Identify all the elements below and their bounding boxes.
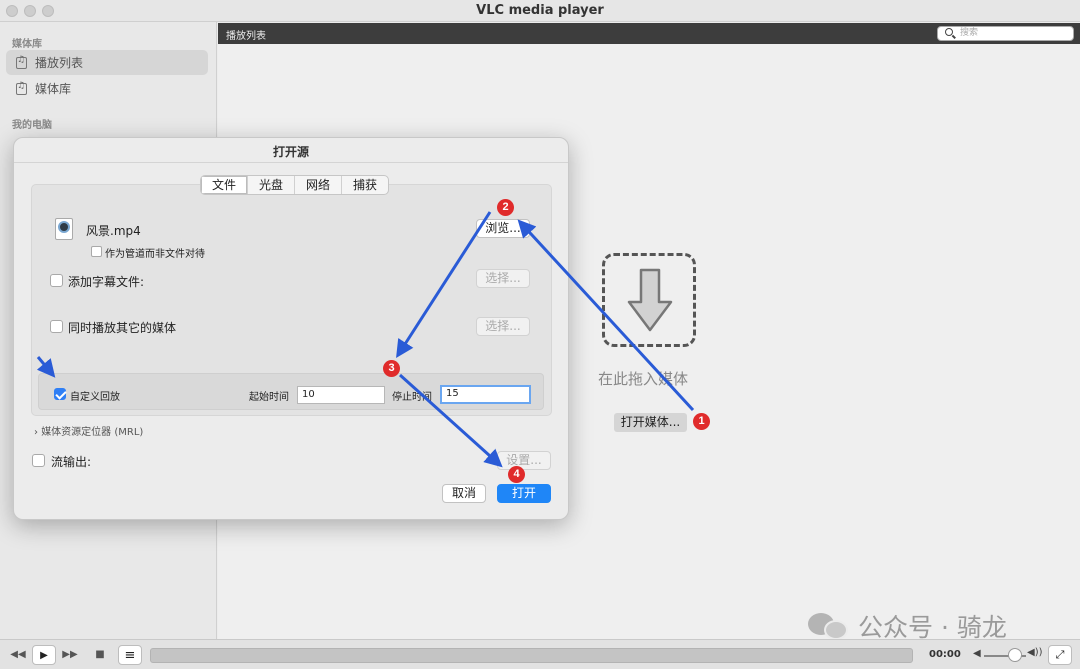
tab-network[interactable]: 网络 [295,176,343,194]
window-title: VLC media player [476,3,604,18]
wechat-icon [808,611,850,641]
settings-button[interactable]: 设置... [497,451,551,470]
custom-playback-checkbox[interactable] [54,388,66,400]
search-icon [945,28,953,36]
browse-button[interactable]: 浏览... [476,219,530,238]
stream-output-label: 流输出: [51,455,92,469]
open-source-dialog: 打开源 文件 光盘 网络 捕获 风景.mp4 作为管道而非文件对待 浏览... … [13,137,569,520]
time-display: 00:00 [929,649,961,660]
playlist-header: 播放列表 搜索 [218,23,1080,44]
sidebar-section-media: 媒体库 [12,39,42,50]
step-badge-1: 1 [693,413,710,430]
volume-high-icon: ◀)) [1027,647,1043,658]
fullscreen-icon[interactable]: ⤢ [1048,645,1072,665]
tab-file[interactable]: 文件 [201,176,249,194]
pipe-checkbox[interactable] [91,246,102,257]
sidebar-item-label: 媒体库 [35,82,72,96]
choose-media-button[interactable]: 选择... [476,317,530,336]
search-placeholder: 搜索 [960,28,979,38]
subtitle-label: 添加字幕文件: [68,275,145,289]
step-badge-3: 3 [383,360,400,377]
dialog-divider [14,162,568,163]
start-time-field[interactable]: 10 [297,386,385,404]
sidebar-item-library[interactable]: 媒体库 [6,76,208,101]
open-button[interactable]: 打开 [497,484,551,503]
tab-disc[interactable]: 光盘 [248,176,296,194]
open-media-button[interactable]: 打开媒体... [614,413,687,432]
play-other-checkbox[interactable] [50,320,63,333]
choose-subtitle-button[interactable]: 选择... [476,269,530,288]
pipe-label: 作为管道而非文件对待 [105,249,205,260]
sidebar-item-label: 播放列表 [35,56,84,70]
drop-zone[interactable] [602,253,696,347]
file-name: 风景.mp4 [86,224,141,238]
video-file-icon [55,218,73,240]
volume-knob[interactable] [1008,648,1022,662]
mrl-label: 媒体资源定位器 (MRL) [41,427,144,438]
stop-icon[interactable]: ■ [90,645,110,665]
search-input[interactable]: 搜索 [937,26,1074,41]
stream-output-checkbox[interactable] [32,454,45,467]
down-arrow-icon [627,268,673,332]
step-badge-4: 4 [508,466,525,483]
sidebar-item-playlist[interactable]: 播放列表 [6,50,208,75]
cancel-button[interactable]: 取消 [442,484,486,503]
progress-bar[interactable] [150,648,913,663]
step-badge-2: 2 [497,199,514,216]
custom-playback-label: 自定义回放 [70,392,120,403]
tab-bar: 文件 光盘 网络 捕获 [200,175,390,195]
music-note-icon [16,55,27,69]
volume-low-icon: ◀ [973,648,981,659]
playlist-title: 播放列表 [226,31,266,42]
drop-label: 在此拖入媒体 [598,370,689,388]
rewind-icon[interactable]: ◀◀ [8,645,28,665]
stop-time-field[interactable]: 15 [440,385,531,404]
control-bar: ◀◀ ▶ ▶▶ ■ ≡ 00:00 ◀ ◀)) ⤢ [0,639,1080,669]
fast-forward-icon[interactable]: ▶▶ [60,645,80,665]
music-note-icon [16,81,27,95]
sidebar-section-computer: 我的电脑 [12,120,52,131]
tab-capture[interactable]: 捕获 [342,176,388,194]
stop-time-label: 停止时间 [392,392,432,403]
subtitle-checkbox[interactable] [50,274,63,287]
play-icon[interactable]: ▶ [32,645,56,665]
mrl-disclosure[interactable]: › 媒体资源定位器 (MRL) [34,423,143,438]
start-time-label: 起始时间 [249,392,289,403]
window-titlebar: VLC media player [0,0,1080,22]
playlist-icon[interactable]: ≡ [118,645,142,665]
play-other-label: 同时播放其它的媒体 [68,321,177,335]
dialog-title: 打开源 [272,145,309,159]
